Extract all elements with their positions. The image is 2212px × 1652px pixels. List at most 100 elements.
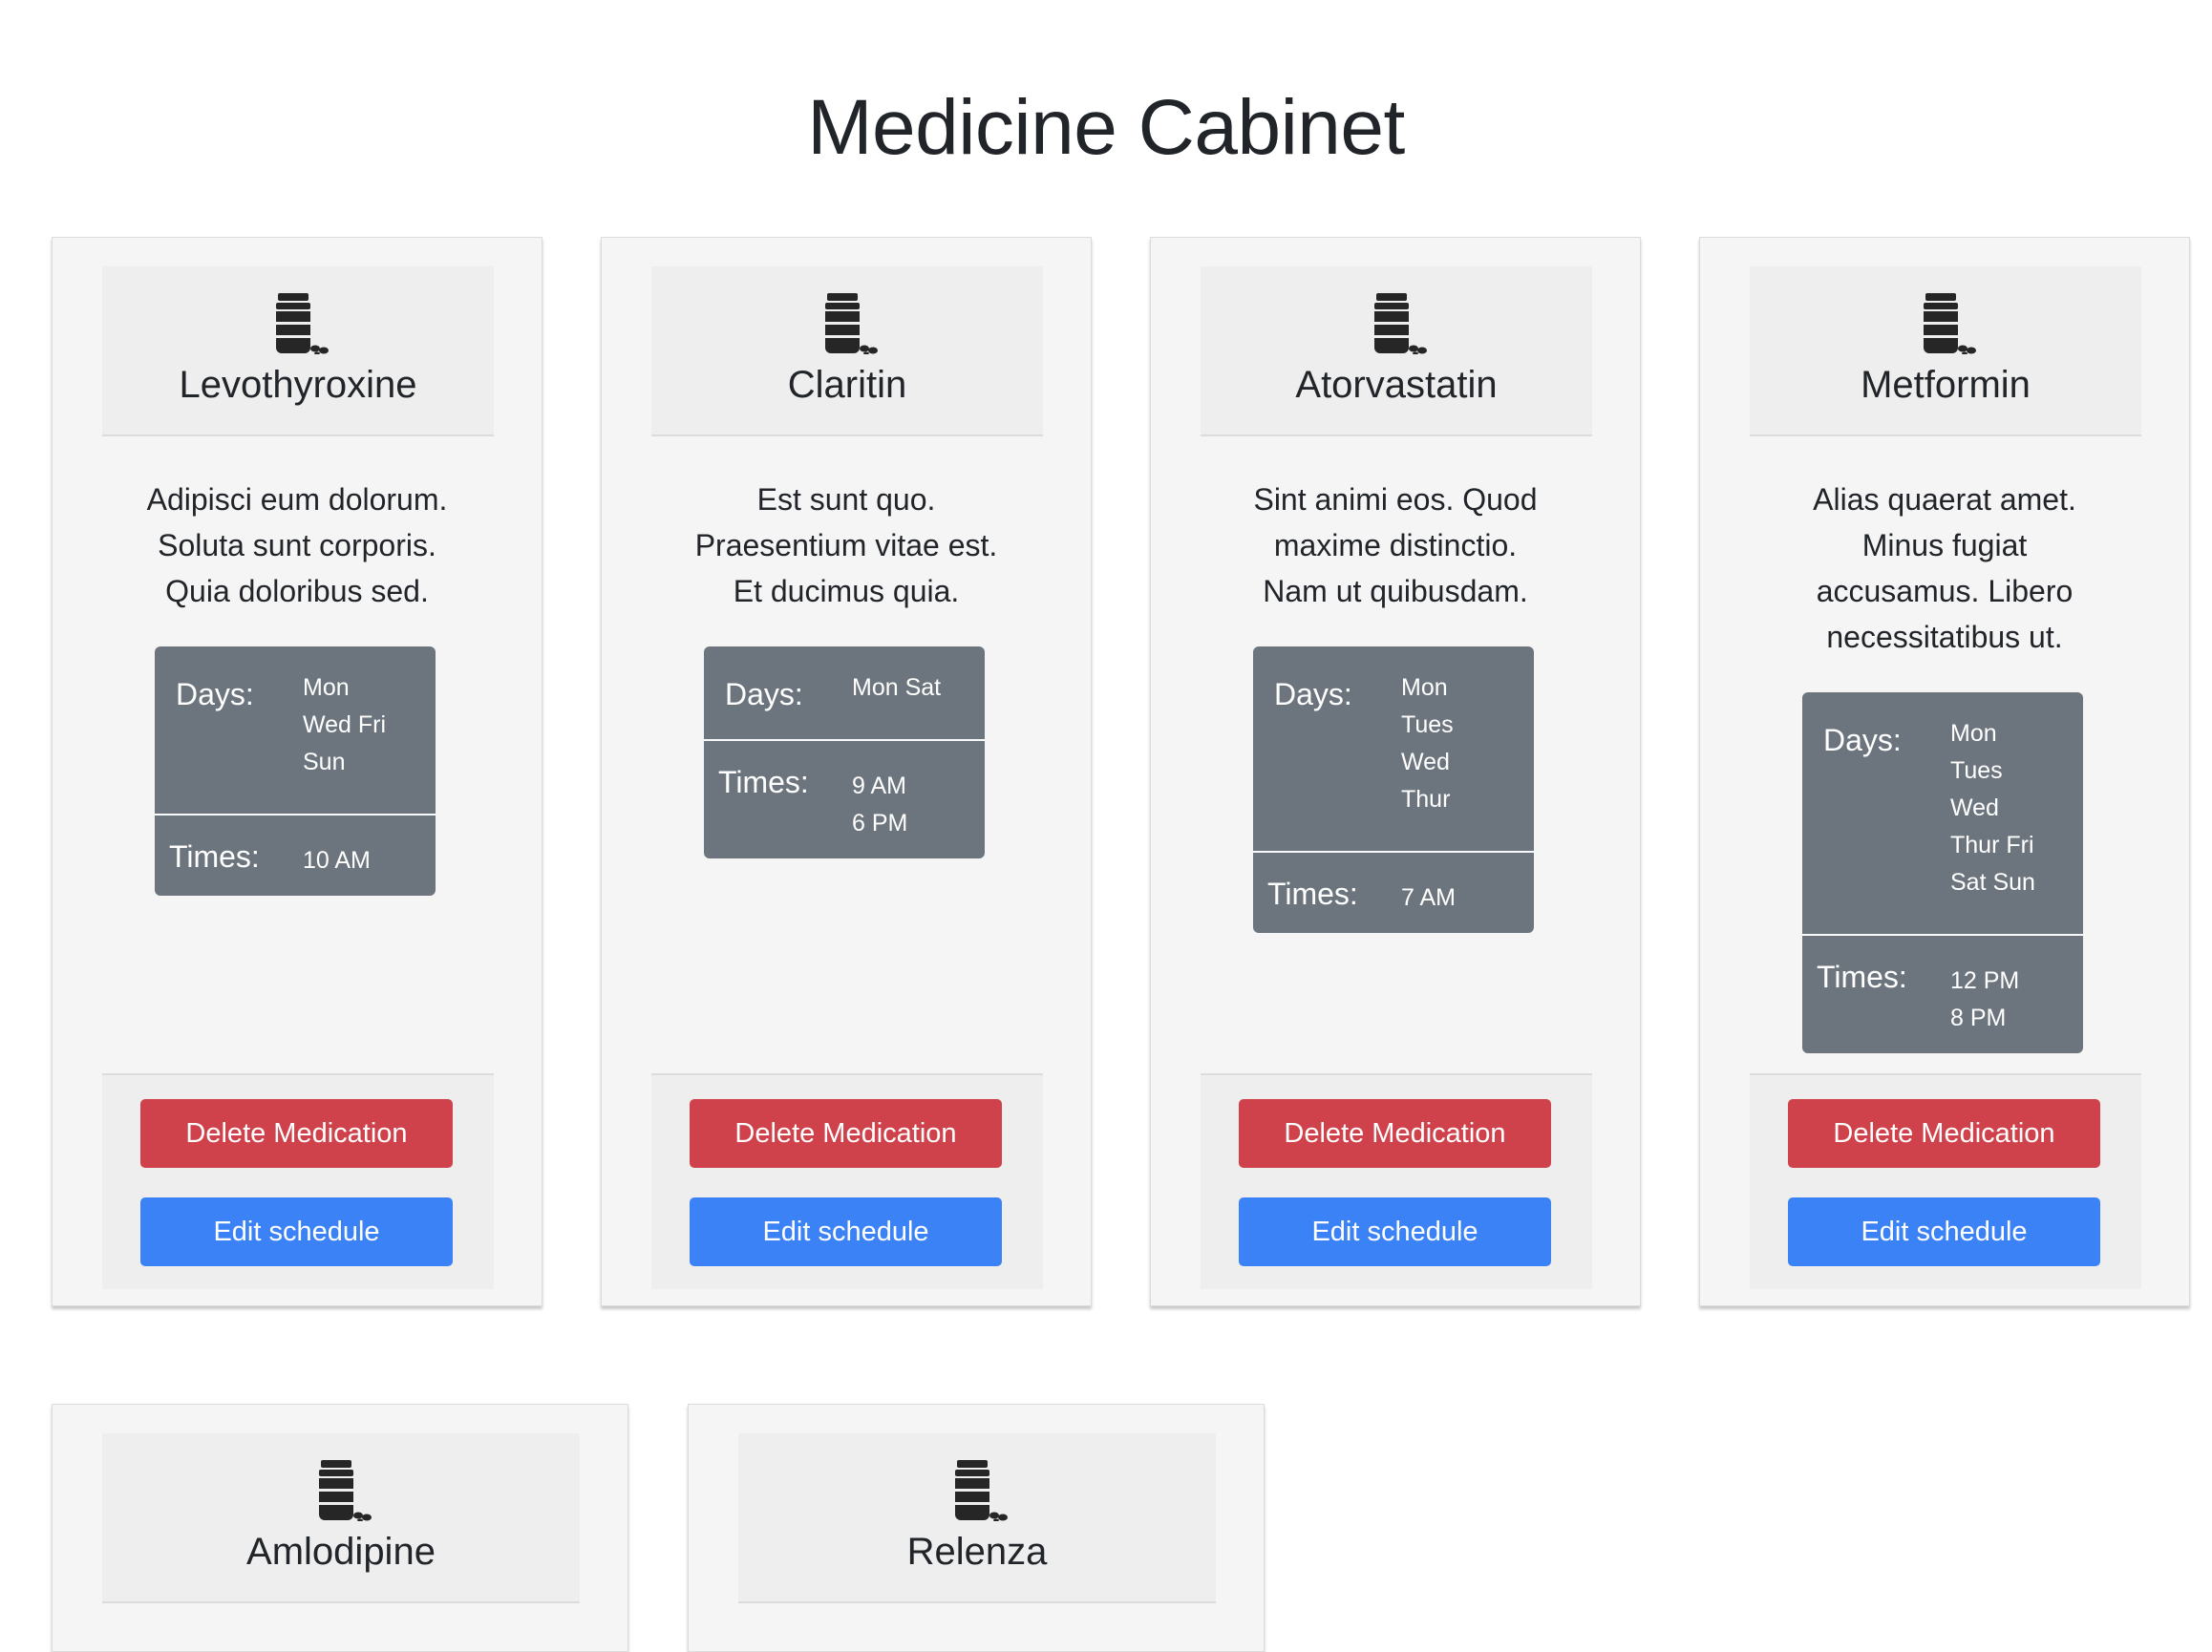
day-entry: Thur — [1401, 786, 1451, 813]
days-label: Days: — [176, 677, 254, 711]
pill-bottle-icon — [1921, 293, 1976, 355]
pill-bottle-icon — [316, 1460, 372, 1522]
description-line: Praesentium vitae est. — [694, 528, 998, 562]
day-entry: Wed Fri — [303, 711, 387, 738]
delete-medication-button[interactable]: Delete Medication — [140, 1099, 453, 1168]
medication-card: Amlodipine — [52, 1404, 628, 1652]
days-row: Days: Mon Tues Wed Thur — [1253, 646, 1534, 853]
schedule-panel: Days: Mon Tues Wed Thur Fri Sat Sun Times: 12 P… — [1802, 692, 2083, 1053]
times-label: Times: — [1267, 877, 1358, 911]
day-entry: Sun — [303, 749, 346, 775]
day-entry: Tues — [1401, 711, 1454, 738]
medication-name: Levothyroxine — [179, 364, 417, 406]
times-row: Times: 12 PM 8 PM — [1802, 936, 2083, 1053]
delete-medication-button[interactable]: Delete Medication — [1239, 1099, 1551, 1168]
card-footer: Delete Medication Edit schedule — [102, 1073, 494, 1289]
delete-medication-button[interactable]: Delete Medication — [1788, 1099, 2100, 1168]
medication-description: Est sunt quo. Praesentium vitae est. Et du… — [669, 477, 1024, 614]
day-entry: Thur Fri — [1950, 832, 2034, 858]
times-label: Times: — [1817, 960, 1907, 994]
day-entry: Wed — [1950, 794, 1999, 821]
medication-name: Relenza — [906, 1531, 1048, 1573]
schedule-panel: Days: Mon Tues Wed Thur Times: 7 AM — [1253, 646, 1534, 933]
days-row: Days: Mon Sat — [704, 646, 985, 741]
time-entry: 8 PM — [1950, 1005, 2007, 1031]
medication-name: Atorvastatin — [1295, 364, 1498, 406]
time-entry: 12 PM — [1950, 967, 2020, 994]
medication-name: Amlodipine — [246, 1531, 436, 1573]
times-row: Times: 7 AM — [1253, 853, 1534, 933]
days-label: Days: — [725, 677, 803, 711]
description-line: necessitatibus ut. — [1826, 620, 2063, 654]
days-row: Days: Mon Wed Fri Sun — [155, 646, 436, 815]
day-entry: Mon — [303, 674, 350, 701]
description-line: Nam ut quibusdam. — [1263, 574, 1528, 608]
medication-card: Claritin Est sunt quo. Praesentium vitae e… — [601, 237, 1092, 1306]
times-value: 7 AM — [1401, 879, 1525, 917]
description-line: Sint animi eos. Quod — [1253, 482, 1538, 517]
description-line: Minus fugiat — [1861, 528, 2028, 562]
day-entry: Wed — [1401, 749, 1450, 775]
medication-description: Adipisci eum dolorum. Soluta sunt corpori… — [119, 477, 475, 614]
time-entry: 9 AM — [852, 773, 906, 799]
time-entry: 10 AM — [303, 847, 371, 874]
card-footer: Delete Medication Edit schedule — [1201, 1073, 1592, 1289]
description-line: Adipisci eum dolorum. — [146, 482, 448, 517]
card-header: Relenza — [738, 1433, 1216, 1603]
pill-bottle-icon — [273, 293, 329, 355]
day-entry: Mon Sat — [852, 674, 942, 701]
day-entry: Mon — [1401, 674, 1448, 701]
medication-card: Relenza — [688, 1404, 1265, 1652]
medication-description: Alias quaerat amet. Minus fugiat accusamus… — [1767, 477, 2122, 660]
times-label: Times: — [718, 765, 809, 799]
card-header: Levothyroxine — [102, 266, 494, 436]
pill-bottle-icon — [822, 293, 878, 355]
times-value: 10 AM — [303, 842, 427, 879]
schedule-panel: Days: Mon Wed Fri Sun Times: 10 AM — [155, 646, 436, 896]
edit-schedule-button[interactable]: Edit schedule — [140, 1197, 453, 1266]
description-line: Quia doloribus sed. — [165, 574, 429, 608]
days-value: Mon Tues Wed Thur — [1401, 669, 1525, 818]
card-header: Claritin — [651, 266, 1043, 436]
days-value: Mon Wed Fri Sun — [303, 669, 427, 781]
description-line: Est sunt quo. — [756, 482, 936, 517]
pill-bottle-icon — [952, 1460, 1008, 1522]
medication-name: Metformin — [1861, 364, 2031, 406]
medication-card: Levothyroxine Adipisci eum dolorum. Soluta… — [52, 237, 542, 1306]
card-footer: Delete Medication Edit schedule — [651, 1073, 1043, 1289]
edit-schedule-button[interactable]: Edit schedule — [1239, 1197, 1551, 1266]
day-entry: Tues — [1950, 757, 2003, 784]
times-row: Times: 10 AM — [155, 815, 436, 896]
day-entry: Sat Sun — [1950, 869, 2035, 896]
time-entry: 6 PM — [852, 810, 908, 837]
description-line: maxime distinctio. — [1273, 528, 1518, 562]
medication-description: Sint animi eos. Quod maxime distinctio. Na… — [1218, 477, 1573, 614]
edit-schedule-button[interactable]: Edit schedule — [1788, 1197, 2100, 1266]
delete-medication-button[interactable]: Delete Medication — [690, 1099, 1002, 1168]
day-entry: Mon — [1950, 720, 1997, 747]
medication-card: Atorvastatin Sint animi eos. Quod maxime d… — [1150, 237, 1641, 1306]
card-footer: Delete Medication Edit schedule — [1750, 1073, 2141, 1289]
times-row: Times: 9 AM 6 PM — [704, 741, 985, 858]
medication-card: Metformin Alias quaerat amet. Minus fugiat… — [1699, 237, 2190, 1306]
schedule-panel: Days: Mon Sat Times: 9 AM 6 PM — [704, 646, 985, 858]
time-entry: 7 AM — [1401, 884, 1456, 911]
days-row: Days: Mon Tues Wed Thur Fri Sat Sun — [1802, 692, 2083, 936]
edit-schedule-button[interactable]: Edit schedule — [690, 1197, 1002, 1266]
times-value: 12 PM 8 PM — [1950, 963, 2074, 1037]
card-header: Atorvastatin — [1201, 266, 1592, 436]
description-line: Et ducimus quia. — [733, 574, 960, 608]
page-title: Medicine Cabinet — [807, 83, 1405, 171]
card-header: Metformin — [1750, 266, 2141, 436]
medication-name: Claritin — [787, 364, 907, 406]
days-label: Days: — [1274, 677, 1352, 711]
description-line: accusamus. Libero — [1816, 574, 2074, 608]
times-value: 9 AM 6 PM — [852, 768, 976, 842]
days-label: Days: — [1823, 723, 1902, 757]
days-value: Mon Tues Wed Thur Fri Sat Sun — [1950, 715, 2074, 901]
description-line: Alias quaerat amet. — [1813, 482, 2076, 517]
times-label: Times: — [169, 839, 260, 874]
description-line: Soluta sunt corporis. — [158, 528, 436, 562]
card-header: Amlodipine — [102, 1433, 580, 1603]
days-value: Mon Sat — [852, 669, 976, 707]
